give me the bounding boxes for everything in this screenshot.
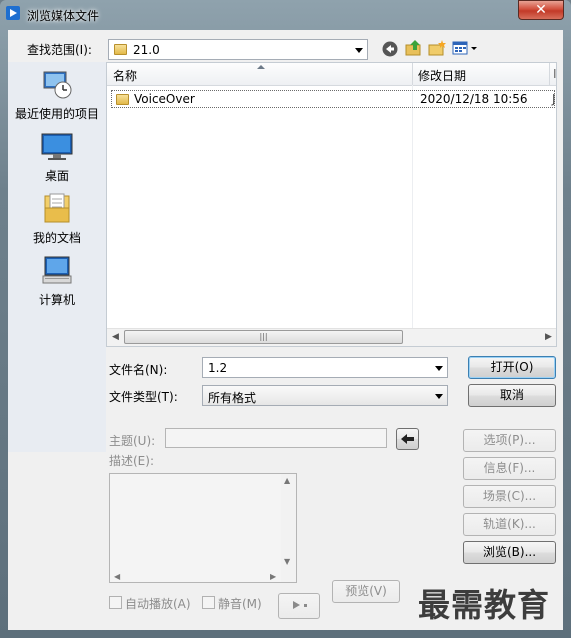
file-list[interactable]: 名称 修改日期 I VoiceOver 2020/12/18 10:56 J ◀… <box>106 62 557 347</box>
scroll-right-icon[interactable]: ▶ <box>545 332 552 342</box>
file-modified: 2020/12/18 10:56 <box>420 92 528 106</box>
file-list-header: 名称 修改日期 I <box>107 63 556 86</box>
column-modified[interactable]: 修改日期 <box>418 67 466 84</box>
place-label: 计算机 <box>38 293 75 307</box>
window-title: 浏览媒体文件 <box>27 9 100 23</box>
scene-button[interactable]: 场景(C)... <box>463 485 556 508</box>
places-bar: 最近使用的项目 桌面 我的文档 计算机 <box>8 62 106 452</box>
scroll-thumb[interactable]: ||| <box>124 330 403 344</box>
folder-icon <box>116 94 129 105</box>
options-button[interactable]: 选项(P)... <box>463 429 556 452</box>
scroll-left-icon[interactable]: ◀ <box>112 332 119 342</box>
play-button[interactable] <box>278 593 320 619</box>
file-name: VoiceOver <box>134 92 195 106</box>
filetype-select[interactable]: 所有格式 <box>202 385 448 406</box>
file-row[interactable]: VoiceOver 2020/12/18 10:56 J <box>111 90 556 108</box>
description-label: 描述(E): <box>109 454 154 468</box>
column-divider[interactable] <box>549 63 550 85</box>
autoplay-checkbox[interactable] <box>109 596 122 609</box>
column-name[interactable]: 名称 <box>113 67 137 84</box>
scroll-grip: ||| <box>259 332 268 341</box>
scroll-left-icon[interactable]: ◀ <box>114 572 120 581</box>
chevron-down-icon <box>355 47 363 53</box>
sort-ascending-icon <box>257 65 265 69</box>
chevron-down-icon <box>435 393 443 399</box>
place-computer[interactable]: 计算机 <box>8 254 106 308</box>
filetype-value: 所有格式 <box>208 391 257 405</box>
place-desktop[interactable]: 桌面 <box>8 130 106 184</box>
dialog-body: 查找范围(I): 21.0 最近使用的项目 桌面 我的文档 计算机 名称 修改日… <box>8 30 563 630</box>
filename-value: 1.2 <box>208 361 228 375</box>
column-type[interactable]: I <box>553 67 556 81</box>
close-button[interactable]: ✕ <box>518 0 564 20</box>
place-documents[interactable]: 我的文档 <box>8 192 106 246</box>
file-type: J <box>552 92 556 106</box>
view-menu-button[interactable] <box>452 40 480 57</box>
lookin-combo[interactable]: 21.0 <box>108 39 368 60</box>
arrow-left-icon <box>400 433 414 444</box>
title-bar[interactable]: 浏览媒体文件 ✕ <box>0 0 571 30</box>
dialog-window: 浏览媒体文件 ✕ 查找范围(I): 21.0 最近使用的项目 桌面 我的文档 计… <box>0 0 571 638</box>
play-icon <box>293 600 307 609</box>
desktop-icon <box>41 133 73 160</box>
subject-label: 主题(U): <box>109 434 156 448</box>
column-guide <box>412 85 413 343</box>
up-folder-icon[interactable] <box>405 39 423 57</box>
column-divider[interactable] <box>412 63 413 85</box>
cancel-button[interactable]: 取消 <box>468 384 556 407</box>
subject-field[interactable] <box>165 428 387 448</box>
place-label: 我的文档 <box>32 231 81 245</box>
horizontal-scrollbar[interactable]: ◀ ||| ▶ <box>107 328 556 346</box>
vertical-scrollbar[interactable]: ▲ ▼ <box>281 474 296 582</box>
preview-button[interactable]: 预览(V) <box>332 580 400 603</box>
place-label: 最近使用的项目 <box>14 107 99 121</box>
filename-combo[interactable]: 1.2 <box>202 357 448 378</box>
filename-label: 文件名(N): <box>109 363 168 377</box>
place-recent[interactable]: 最近使用的项目 <box>8 68 106 122</box>
open-button[interactable]: 打开(O) <box>468 356 556 379</box>
chevron-down-icon[interactable] <box>435 365 443 371</box>
close-icon: ✕ <box>535 2 547 18</box>
computer-icon <box>42 256 72 284</box>
scroll-up-icon[interactable]: ▲ <box>284 476 290 485</box>
lookin-value: 21.0 <box>133 43 160 57</box>
lookin-label: 查找范围(I): <box>27 43 92 57</box>
info-button[interactable]: 信息(F)... <box>463 457 556 480</box>
autoplay-label: 自动播放(A) <box>125 597 191 611</box>
subject-pick-button[interactable] <box>396 428 419 450</box>
new-folder-icon[interactable] <box>428 39 446 57</box>
app-icon <box>6 6 20 20</box>
scroll-right-icon[interactable]: ▶ <box>270 572 276 581</box>
watermark-text: 最需教育 <box>418 586 551 624</box>
folder-icon <box>114 44 127 55</box>
place-label: 桌面 <box>44 169 69 183</box>
browse-button[interactable]: 浏览(B)... <box>463 541 556 564</box>
documents-icon <box>44 193 70 223</box>
mute-checkbox[interactable] <box>202 596 215 609</box>
description-field[interactable]: ▲ ▼ ◀ ▶ <box>109 473 297 583</box>
recent-places-icon <box>43 71 72 99</box>
view-grid-icon <box>452 41 477 55</box>
back-icon[interactable] <box>382 41 398 57</box>
track-button[interactable]: 轨道(K)... <box>463 513 556 536</box>
mute-label: 静音(M) <box>218 597 262 611</box>
scroll-down-icon[interactable]: ▼ <box>284 557 290 566</box>
filetype-label: 文件类型(T): <box>109 390 178 404</box>
